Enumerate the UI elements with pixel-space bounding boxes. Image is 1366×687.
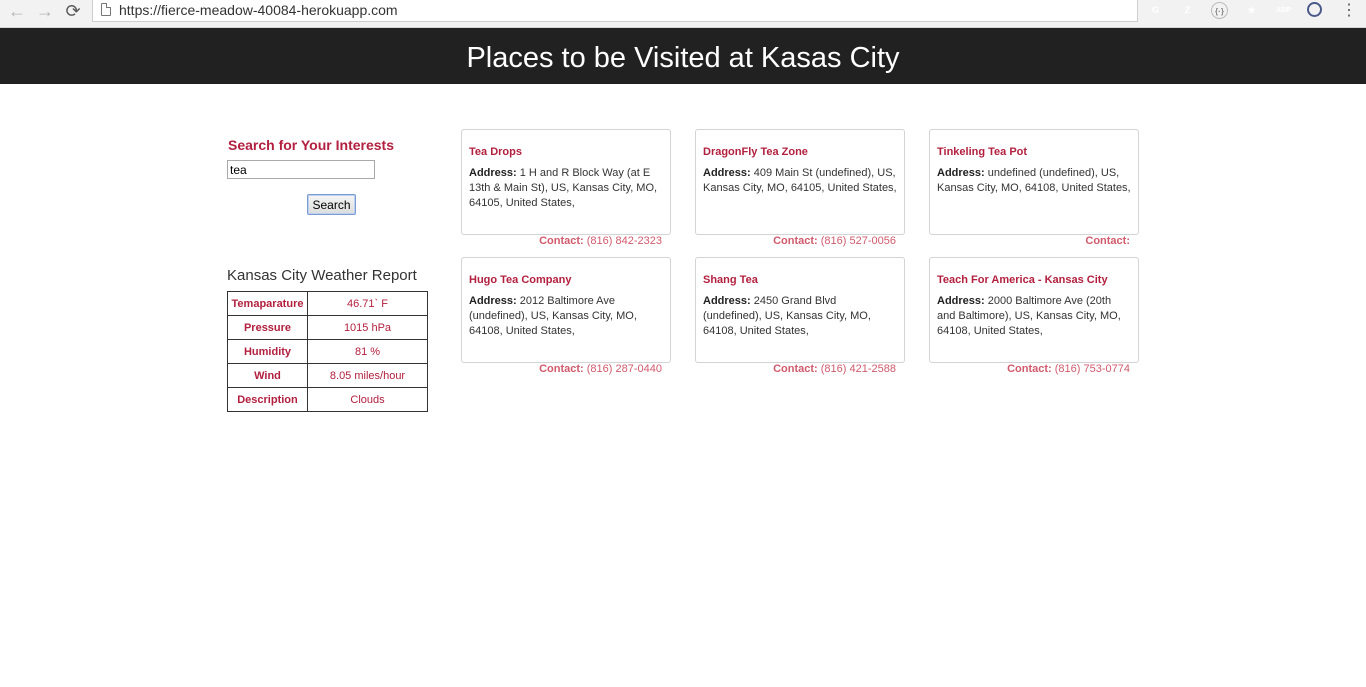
contact-label: Contact: [1085,235,1130,247]
contact-label: Contact: [773,363,818,375]
place-contact: Contact: (816) 421-2588 [686,363,896,375]
place-card: Shang Tea Address: 2450 Grand Blvd (unde… [695,257,905,363]
place-card: Teach For America - Kansas City Address:… [929,257,1139,363]
address-label: Address: [469,167,517,179]
place-name[interactable]: Tinkeling Tea Pot [937,145,1131,160]
weather-value-pressure: 1015 hPa [307,315,428,340]
page-title: Places to be Visited at Kasas City [466,42,900,74]
grammarly-icon[interactable]: G [1147,2,1164,19]
place-address: Address: 2000 Baltimore Ave (20th and Ba… [937,294,1131,339]
place-card: DragonFly Tea Zone Address: 409 Main St … [695,129,905,235]
place-address: Address: 2012 Baltimore Ave (undefined),… [469,294,663,339]
place-card: Tinkeling Tea Pot Address: undefined (un… [929,129,1139,235]
zotero-icon[interactable]: Z [1179,2,1196,19]
search-input[interactable] [227,160,375,179]
weather-label-humidity: Humidity [227,339,308,364]
adblock-plus-icon[interactable]: ABP [1275,2,1292,19]
place-name[interactable]: Tea Drops [469,145,663,160]
place-contact: Contact: (816) 753-0774 [920,363,1130,375]
address-label: Address: [703,167,751,179]
place-contact: Contact: (816) 842-2323 [452,235,662,247]
code-icon[interactable]: {·} [1211,2,1228,19]
place-name[interactable]: Shang Tea [703,273,897,288]
contact-label: Contact: [773,235,818,247]
address-bar[interactable]: https://fierce-meadow-40084-herokuapp.co… [92,0,1138,22]
contact-phone: (816) 287-0440 [586,363,662,375]
place-name[interactable]: Hugo Tea Company [469,273,663,288]
place-name[interactable]: Teach For America - Kansas City [937,273,1131,288]
site-header: Places to be Visited at Kasas City [0,28,1366,84]
place-address: Address: undefined (undefined), US, Kans… [937,166,1131,196]
place-address: Address: 2450 Grand Blvd (undefined), US… [703,294,897,339]
block-icon[interactable] [1307,2,1322,17]
place-name[interactable]: DragonFly Tea Zone [703,145,897,160]
table-row: Humidity 81 % [227,339,428,364]
contact-phone: (816) 527-0056 [820,235,896,247]
weather-label-wind: Wind [227,363,308,388]
weather-label-pressure: Pressure [227,315,308,340]
browser-toolbar: ← → ⟳ https://fierce-meadow-40084-heroku… [0,0,1366,28]
weather-table: Temaparature 46.71` F Pressure 1015 hPa … [227,291,428,412]
weather-heading: Kansas City Weather Report [227,267,417,284]
night-sky-icon[interactable]: ★ [1243,2,1260,19]
address-label: Address: [469,295,517,307]
place-card: Tea Drops Address: 1 H and R Block Way (… [461,129,671,235]
weather-value-humidity: 81 % [307,339,428,364]
weather-value-description: Clouds [307,387,428,412]
address-label: Address: [937,295,985,307]
address-label: Address: [937,167,985,179]
table-row: Wind 8.05 miles/hour [227,363,428,388]
forward-arrow-icon[interactable]: → [34,2,56,22]
place-address: Address: 1 H and R Block Way (at E 13th … [469,166,663,211]
weather-label-description: Description [227,387,308,412]
search-button[interactable]: Search [307,194,356,215]
contact-label: Contact: [539,363,584,375]
place-contact: Contact: [920,235,1130,247]
page-icon [101,3,111,16]
weather-value-wind: 8.05 miles/hour [307,363,428,388]
search-heading: Search for Your Interests [228,137,394,153]
place-contact: Contact: (816) 287-0440 [452,363,662,375]
weather-value-temperature: 46.71` F [307,291,428,316]
contact-phone: (816) 842-2323 [586,235,662,247]
table-row: Pressure 1015 hPa [227,315,428,340]
back-arrow-icon[interactable]: ← [6,2,28,22]
contact-phone: (816) 421-2588 [820,363,896,375]
url-text[interactable]: https://fierce-meadow-40084-herokuapp.co… [119,2,398,18]
place-address: Address: 409 Main St (undefined), US, Ka… [703,166,897,196]
table-row: Description Clouds [227,387,428,412]
table-row: Temaparature 46.71` F [227,291,428,316]
menu-icon[interactable]: ⋮ [1338,2,1360,22]
place-contact: Contact: (816) 527-0056 [686,235,896,247]
contact-phone: (816) 753-0774 [1054,363,1130,375]
contact-label: Contact: [1007,363,1052,375]
weather-label-temperature: Temaparature [227,291,308,316]
contact-label: Contact: [539,235,584,247]
address-label: Address: [703,295,751,307]
reload-icon[interactable]: ⟳ [62,2,84,22]
place-card: Hugo Tea Company Address: 2012 Baltimore… [461,257,671,363]
